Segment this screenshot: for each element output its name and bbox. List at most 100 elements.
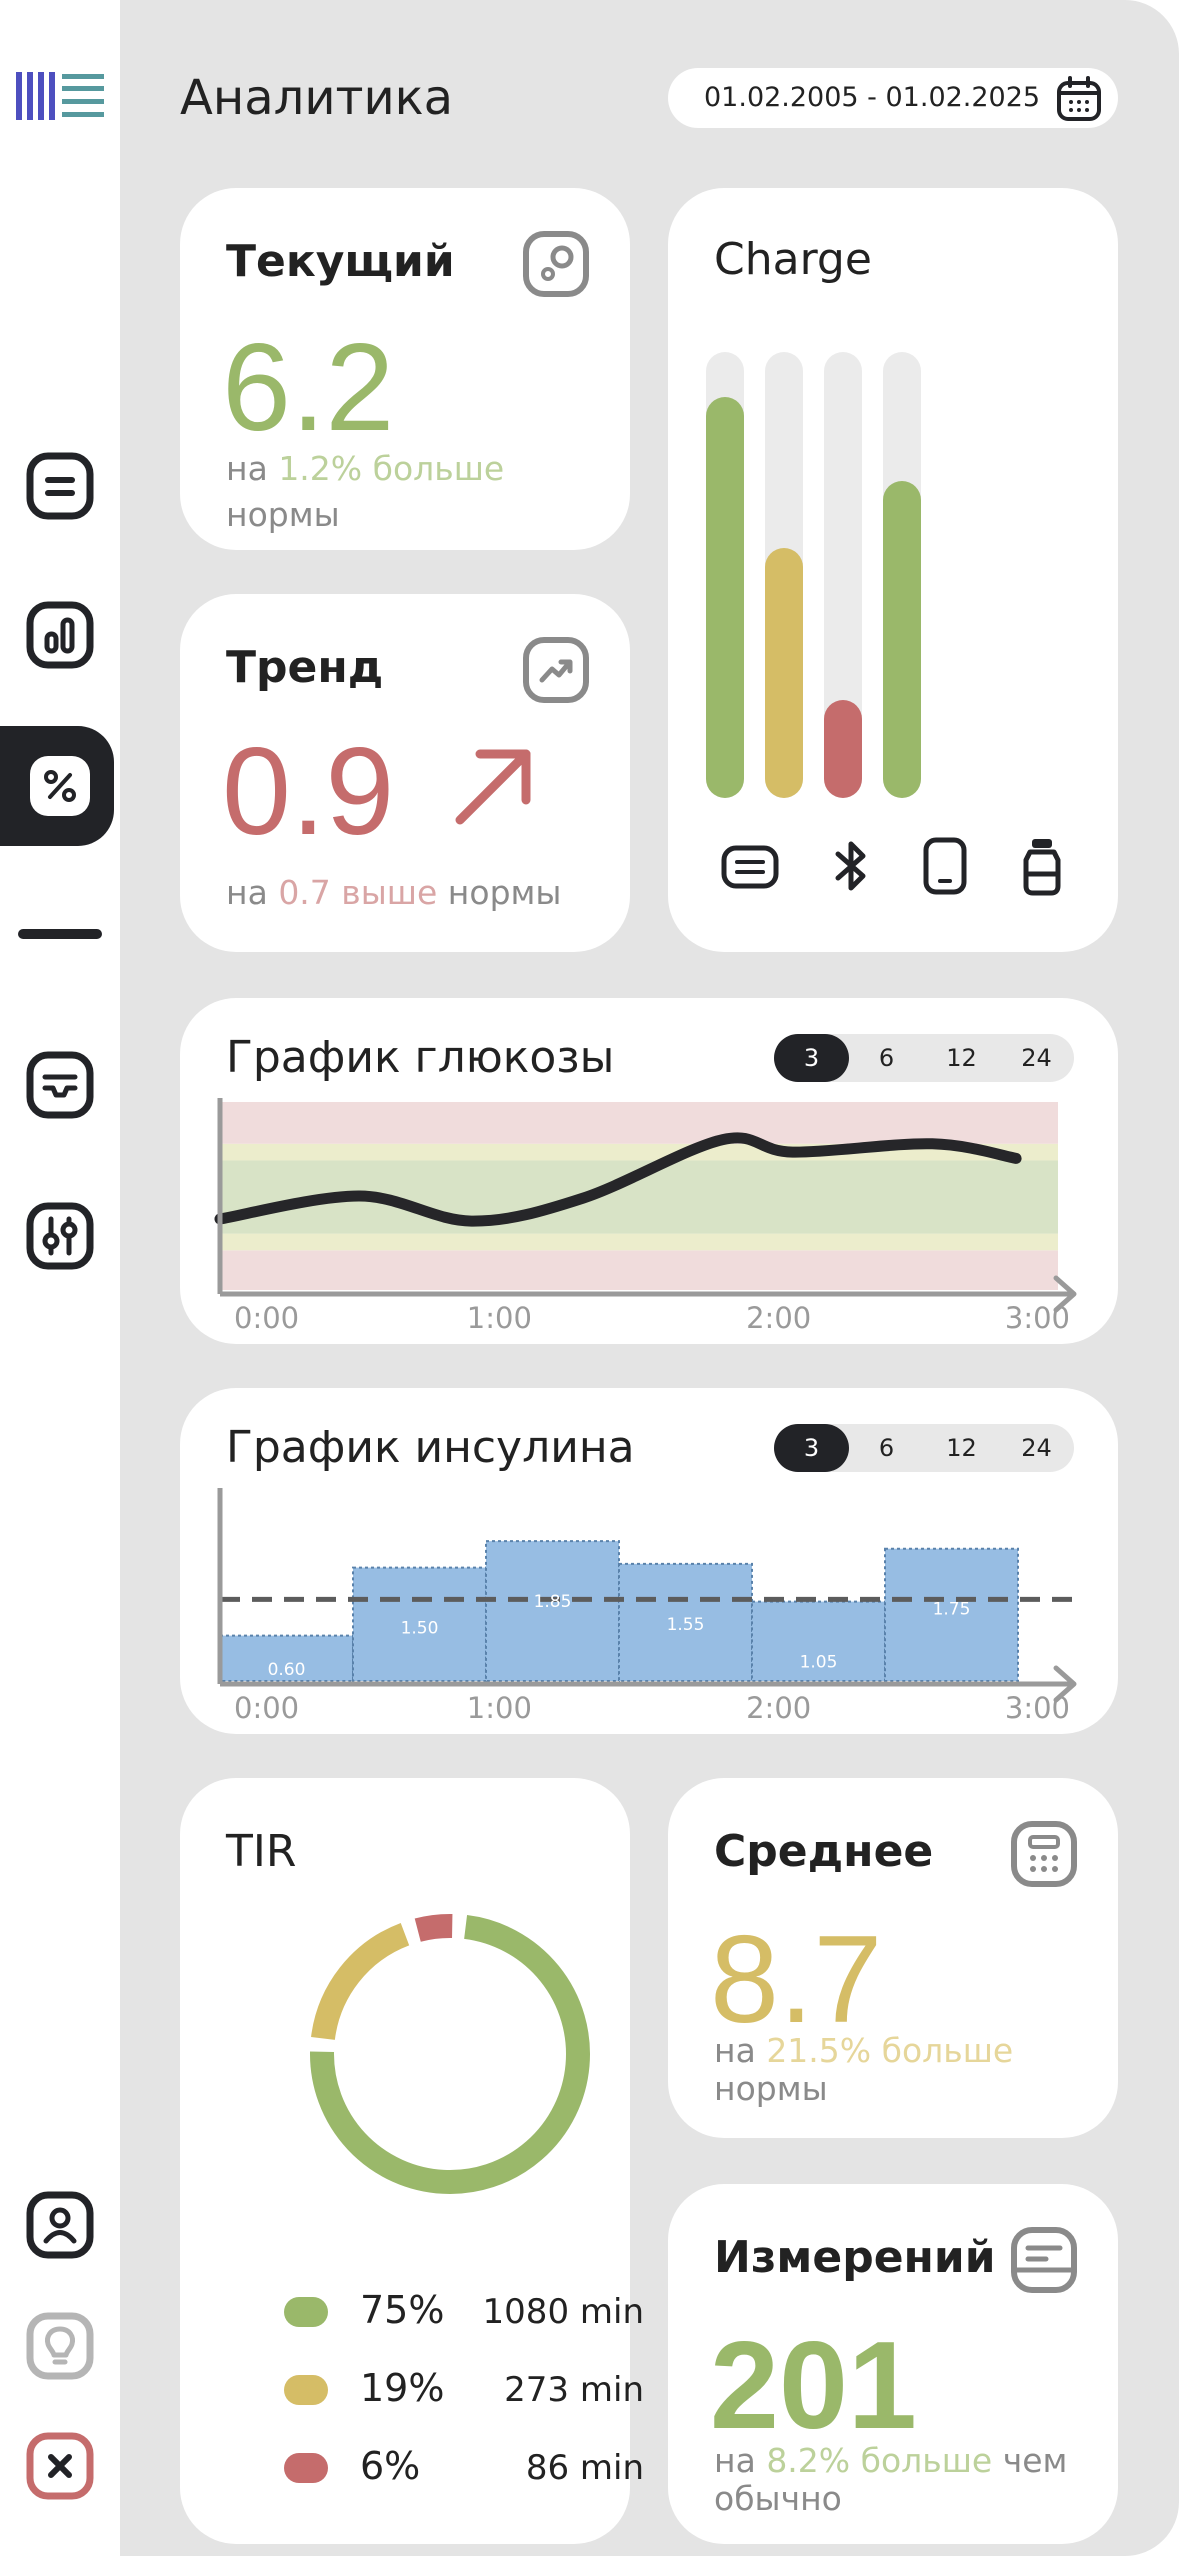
glucose-range-12h[interactable]: 12	[924, 1034, 999, 1082]
measurements-description: на 8.2% больше чем обычно	[714, 2441, 1068, 2518]
glucose-x-tick-label: 2:00	[746, 1301, 811, 1335]
glucose-x-tick-label: 0:00	[234, 1301, 299, 1335]
date-range-text: 01.02.2005 - 01.02.2025	[704, 82, 1041, 113]
charge-title: Charge	[714, 234, 872, 285]
nav-statistics-button[interactable]	[24, 599, 96, 671]
notepad-icon	[1011, 2227, 1077, 2293]
tir-donut-chart	[310, 1914, 590, 2194]
nav-profile-button[interactable]	[24, 2189, 96, 2261]
nav-notes-button[interactable]	[24, 450, 96, 522]
current-highlight: 1.2% больше	[278, 449, 505, 488]
insulin-title: График инсулина	[226, 1422, 635, 1473]
tir-slice-low	[414, 1914, 453, 1942]
glucose-range-24h[interactable]: 24	[999, 1034, 1074, 1082]
bars-logo-icon[interactable]	[14, 72, 106, 120]
charge-level-bar	[706, 397, 744, 798]
insulin-x-tick-label: 2:00	[746, 1691, 811, 1725]
insulin-x-tick-label: 1:00	[467, 1691, 532, 1725]
glucose-range-band	[220, 1102, 1058, 1144]
nav-logout-button[interactable]	[24, 2430, 96, 2502]
glucose-chart-card[interactable]: График глюкозы 3 6 12 24 0:00 1:00 2:00 3:00	[180, 998, 1118, 1344]
average-description: на 21.5% больше нормы	[714, 2031, 1014, 2108]
nav-settings-button[interactable]	[24, 1200, 96, 1272]
legend-percent: 75%	[360, 2288, 445, 2332]
insulin-range-24h[interactable]: 24	[999, 1424, 1074, 1472]
insulin-bar-label: 1.85	[534, 1592, 572, 1612]
legend-minutes: 273 min	[504, 2370, 644, 2410]
legend-percent: 6%	[360, 2444, 421, 2488]
charge-level-bar	[883, 481, 921, 798]
glucose-range-3h[interactable]: 3	[774, 1034, 849, 1082]
tir-card[interactable]: TIR 75% 1080 min 19% 273 min 6% 86 min	[180, 1778, 644, 2544]
trend-description: на 0.7 выше нормы	[226, 873, 562, 912]
bar-chart-icon	[26, 601, 94, 669]
glucose-range-6h[interactable]: 6	[849, 1034, 924, 1082]
nav-tips-button[interactable]	[24, 2310, 96, 2382]
charge-level-bar	[765, 548, 803, 798]
insulin-x-tick-label: 3:00	[1005, 1691, 1070, 1725]
date-range-picker[interactable]: 01.02.2005 - 01.02.2025	[668, 68, 1118, 128]
legend-swatch-red	[284, 2453, 328, 2483]
trend-up-icon	[523, 637, 589, 703]
insulin-range-6h[interactable]: 6	[849, 1424, 924, 1472]
measurements-highlight: 8.2% больше	[766, 2441, 993, 2480]
average-highlight: 21.5% больше	[766, 2031, 1014, 2070]
user-icon	[26, 2191, 94, 2259]
average-value: 8.7	[710, 1911, 883, 2049]
phone-icon	[923, 837, 967, 895]
inbox-icon	[26, 1051, 94, 1119]
glucose-chart: 0:00 1:00 2:00 3:00	[214, 1098, 1077, 1335]
calendar-icon[interactable]	[1054, 74, 1104, 124]
sidebar	[0, 0, 120, 2556]
insulin-x-tick-label: 0:00	[234, 1691, 299, 1725]
lightbulb-icon	[26, 2312, 94, 2380]
insulin-bar-label: 0.60	[268, 1660, 306, 1680]
sidebar-divider	[18, 929, 102, 939]
tir-title: TIR	[226, 1826, 297, 1877]
legend-minutes: 1080 min	[482, 2292, 644, 2332]
keyboard-icon	[721, 845, 779, 889]
trend-card[interactable]: Тренд 0.9 на 0.7 выше нормы	[180, 594, 630, 952]
tir-slice-high	[311, 1922, 410, 2041]
tir-legend-row: 75% 1080 min	[284, 2288, 644, 2338]
insulin-range-selector: 3 6 12 24	[774, 1424, 1074, 1472]
insulin-range-3h[interactable]: 3	[774, 1424, 849, 1472]
legend-percent: 19%	[360, 2366, 445, 2410]
bluetooth-icon	[835, 841, 866, 891]
average-card[interactable]: Среднее 8.7 на 21.5% больше нормы	[668, 1778, 1118, 2138]
glucose-x-tick-label: 1:00	[467, 1301, 532, 1335]
tir-legend-row: 19% 273 min	[284, 2366, 644, 2416]
current-description: на 1.2% больше нормы	[226, 449, 505, 534]
glucose-range-band	[220, 1250, 1058, 1290]
percent-icon	[30, 756, 90, 816]
notes-icon	[26, 452, 94, 520]
insulin-bar-label: 1.55	[667, 1615, 705, 1635]
calculator-icon	[1011, 1821, 1077, 1887]
arrow-up-right-icon	[455, 749, 531, 825]
sliders-icon	[26, 1202, 94, 1270]
close-icon	[26, 2432, 94, 2500]
trend-title: Тренд	[226, 642, 384, 693]
charge-card[interactable]: Charge	[668, 188, 1118, 952]
charge-level-bar	[824, 700, 862, 798]
measurements-title: Измерений	[714, 2232, 996, 2283]
nav-inbox-button[interactable]	[24, 1049, 96, 1121]
legend-minutes: 86 min	[525, 2448, 644, 2488]
legend-swatch-yellow	[284, 2375, 328, 2405]
current-glucose-card[interactable]: Текущий 6.2 на 1.2% больше нормы	[180, 188, 630, 550]
legend-swatch-green	[284, 2297, 328, 2327]
current-title: Текущий	[226, 236, 455, 287]
page-title: Аналитика	[180, 70, 454, 126]
tir-legend-row: 6% 86 min	[284, 2444, 644, 2494]
glucose-range-band	[220, 1233, 1058, 1251]
nav-analytics-button[interactable]	[24, 750, 96, 822]
insulin-bar-label: 1.50	[401, 1619, 439, 1639]
insulin-chart-card[interactable]: График инсулина 3 6 12 24 0.60 1.50 1.85 1.55 1…	[180, 1388, 1118, 1734]
measurements-card[interactable]: Измерений 201 на 8.2% больше чем обычно	[668, 2184, 1118, 2544]
insulin-vial-icon	[1023, 839, 1061, 896]
insulin-chart: 0.60 1.50 1.85 1.55 1.05 1.75 0:00 1:00 2:00 3:00	[217, 1488, 1077, 1725]
current-value: 6.2	[222, 319, 395, 457]
insulin-range-12h[interactable]: 12	[924, 1424, 999, 1472]
trend-value: 0.9	[222, 723, 395, 861]
sensor-icon	[523, 231, 589, 297]
